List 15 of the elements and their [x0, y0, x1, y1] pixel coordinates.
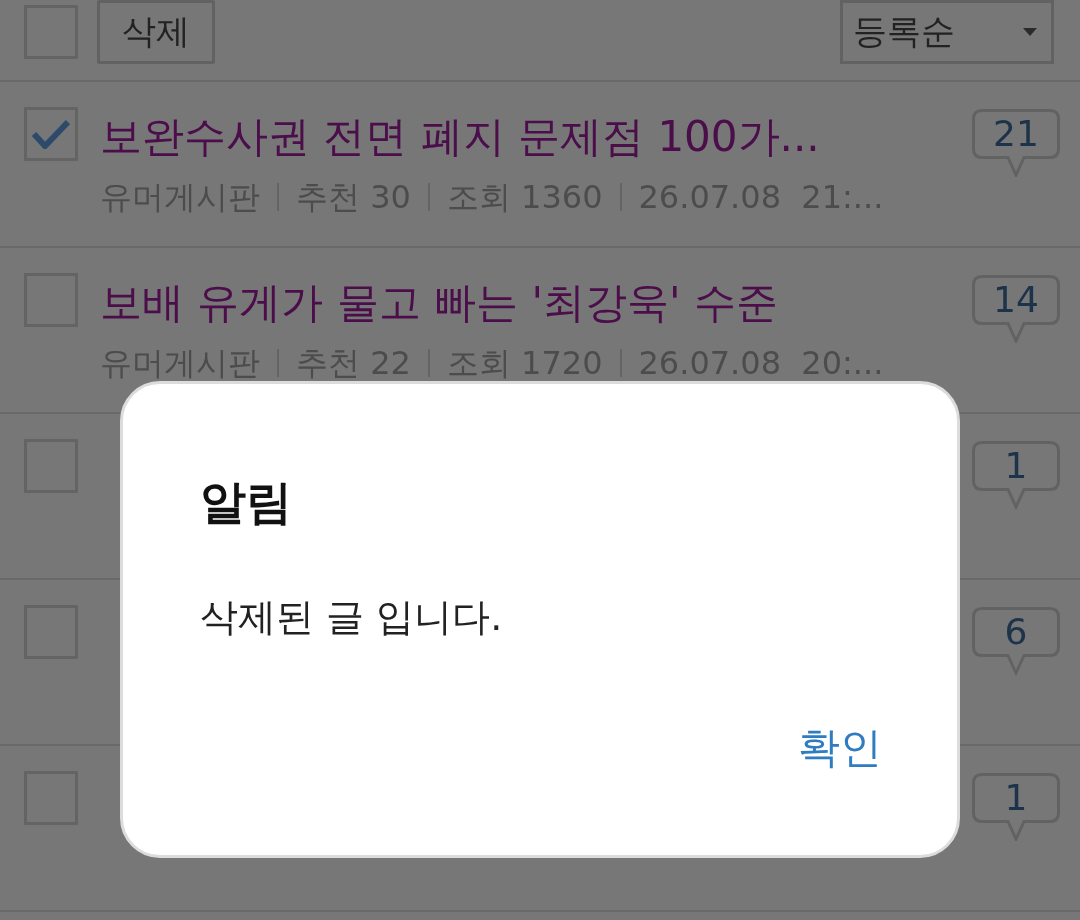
comment-count: 14	[972, 275, 1060, 343]
dialog-message: 삭제된 글 입니다.	[200, 594, 503, 641]
delete-button[interactable]: 삭제	[97, 0, 215, 64]
comment-count: 6	[972, 607, 1060, 675]
dialog-title: 알림	[200, 474, 292, 531]
checkbox[interactable]	[24, 107, 78, 161]
caret-icon	[1023, 28, 1037, 36]
checkmark-icon	[32, 119, 70, 149]
confirm-button[interactable]: 확인	[798, 720, 882, 776]
comment-count: 1	[972, 773, 1060, 841]
comment-count: 21	[972, 109, 1060, 177]
post-title[interactable]: 보배 유게가 물고 빠는 '최강욱' 수준	[100, 275, 778, 331]
comment-count: 1	[972, 441, 1060, 509]
post-title[interactable]: 보완수사권 전면 폐지 문제점 100가...	[100, 109, 820, 165]
sort-select[interactable]: 등록순	[840, 0, 1054, 64]
